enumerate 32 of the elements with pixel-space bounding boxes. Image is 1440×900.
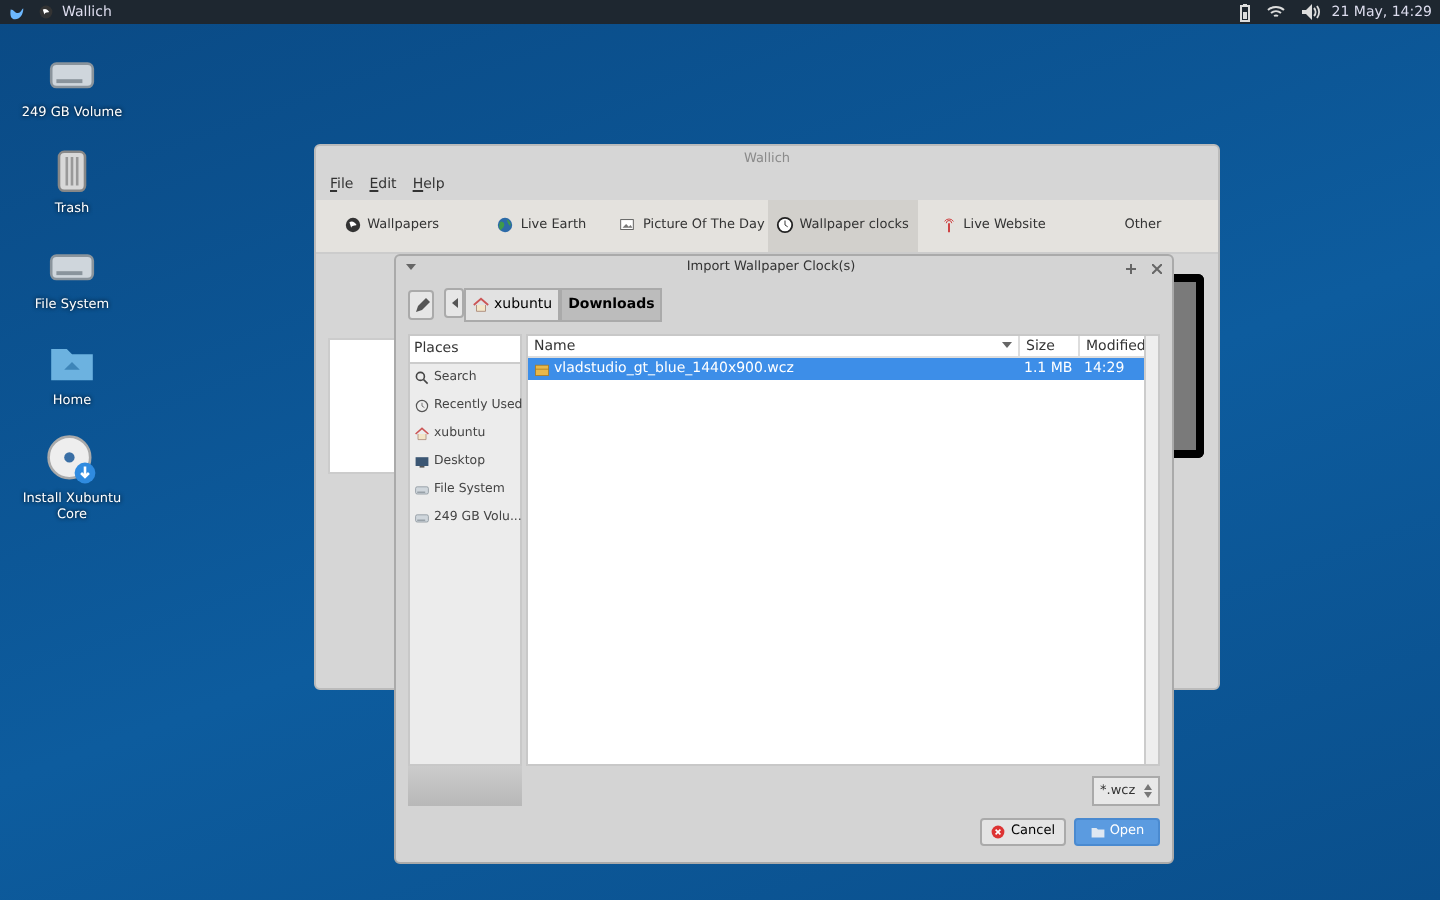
places-footer <box>408 766 522 806</box>
wifi-icon[interactable] <box>1265 4 1286 20</box>
close-icon[interactable] <box>1152 263 1162 273</box>
disc-icon <box>46 433 98 485</box>
window-menu-icon[interactable] <box>406 264 416 272</box>
battery-icon[interactable] <box>1239 3 1250 21</box>
search-icon <box>414 369 430 385</box>
volume-icon[interactable] <box>1301 4 1320 20</box>
back-icon <box>451 298 457 308</box>
drive-icon <box>414 509 430 525</box>
sort-icon[interactable] <box>1002 342 1012 350</box>
pencil-icon <box>413 297 429 313</box>
maximize-icon[interactable] <box>1126 263 1136 273</box>
back-button[interactable] <box>444 288 464 318</box>
antenna-icon <box>939 216 958 234</box>
picture-icon <box>618 216 637 234</box>
scrollbar[interactable] <box>1144 336 1158 764</box>
spinner-icon <box>1144 784 1152 798</box>
archive-icon <box>534 361 550 377</box>
folder-icon <box>1089 824 1106 840</box>
clock-icon <box>414 397 430 413</box>
cancel-icon <box>990 824 1007 840</box>
monitor-icon <box>414 453 430 469</box>
drive-icon <box>414 481 430 497</box>
edit-path-button[interactable] <box>408 290 434 320</box>
menu-icon[interactable] <box>8 3 26 21</box>
globe-icon <box>38 4 54 20</box>
clock-icon <box>775 216 794 234</box>
home-icon <box>472 296 490 314</box>
globe-icon <box>343 216 362 234</box>
earth-icon <box>496 216 515 234</box>
home-icon <box>414 425 430 441</box>
